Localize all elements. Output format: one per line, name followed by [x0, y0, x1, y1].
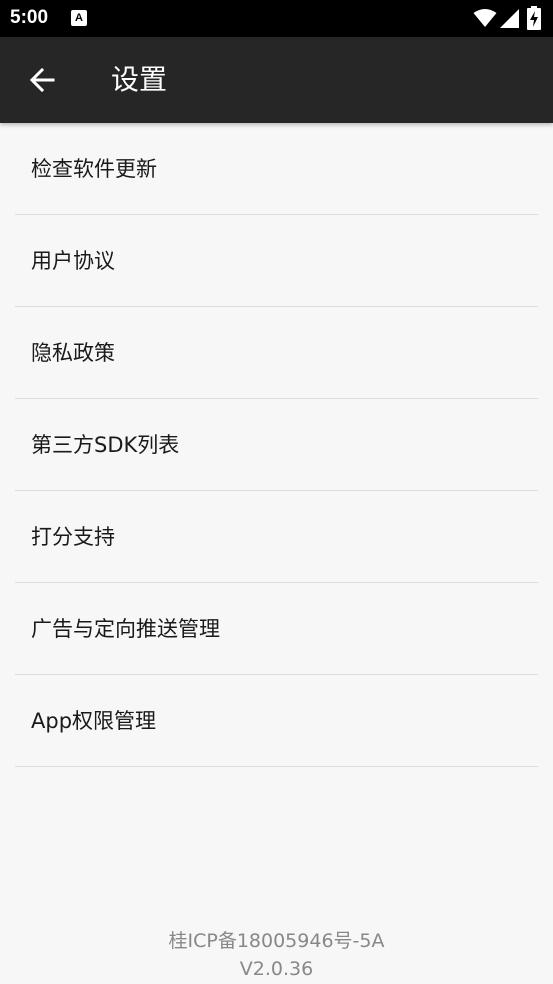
icp-license-text: 桂ICP备18005946号-5A [168, 930, 385, 952]
wifi-icon [473, 9, 497, 27]
settings-item-label: 用户协议 [31, 249, 115, 273]
version-text: V2.0.36 [239, 958, 314, 980]
app-bar: 设置 [0, 37, 553, 123]
settings-item-ad-push-management[interactable]: 广告与定向推送管理 [15, 583, 538, 675]
settings-list: 检查软件更新 用户协议 隐私政策 第三方SDK列表 打分支持 广告与定向推送管理… [0, 123, 553, 767]
page-title: 设置 [111, 63, 168, 96]
status-time: 5:00 [10, 7, 49, 28]
settings-item-third-party-sdk[interactable]: 第三方SDK列表 [15, 399, 538, 491]
settings-item-privacy-policy[interactable]: 隐私政策 [15, 307, 538, 399]
footer: 桂ICP备18005946号-5A V2.0.36 [0, 927, 553, 983]
settings-item-rating-support[interactable]: 打分支持 [15, 491, 538, 583]
settings-item-label: App权限管理 [31, 709, 157, 733]
settings-item-check-update[interactable]: 检查软件更新 [15, 123, 538, 215]
settings-item-label: 检查软件更新 [31, 157, 157, 181]
status-bar: 5:00 [0, 0, 553, 37]
arrow-left-icon [29, 67, 55, 93]
battery-charging-icon [527, 6, 541, 30]
settings-item-user-agreement[interactable]: 用户协议 [15, 215, 538, 307]
back-button[interactable] [18, 57, 66, 103]
settings-item-label: 隐私政策 [31, 341, 115, 365]
settings-item-app-permissions[interactable]: App权限管理 [15, 675, 538, 767]
cellular-signal-icon [500, 9, 519, 28]
settings-item-label: 广告与定向推送管理 [31, 617, 220, 641]
notification-a-icon [71, 10, 87, 26]
settings-item-label: 打分支持 [31, 525, 115, 549]
settings-item-label: 第三方SDK列表 [31, 433, 180, 457]
